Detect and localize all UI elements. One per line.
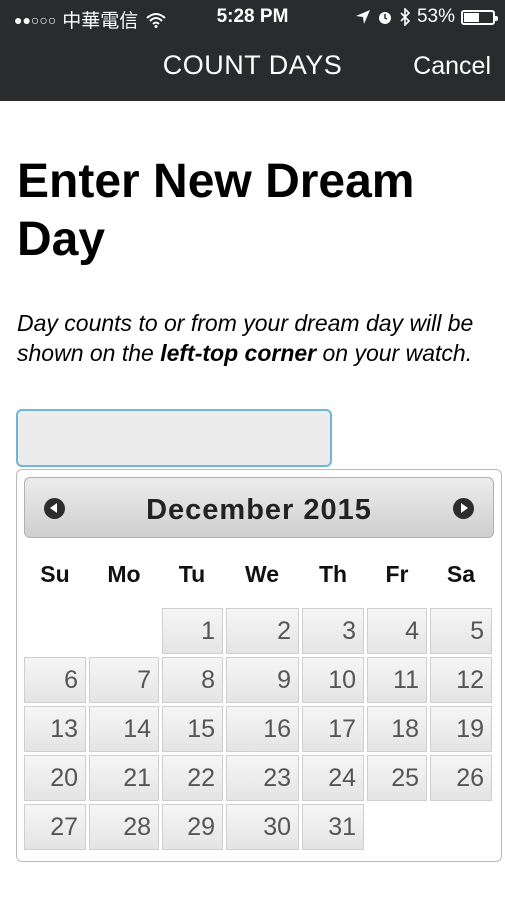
bluetooth-icon (400, 8, 411, 26)
day-cell[interactable]: 21 (89, 755, 159, 801)
day-cell[interactable]: 5 (430, 608, 492, 654)
battery-icon (461, 9, 498, 25)
day-cell[interactable]: 10 (302, 657, 364, 703)
day-cell[interactable]: 24 (302, 755, 364, 801)
battery-nub (495, 15, 498, 21)
weekday-header: Su (40, 561, 70, 587)
day-cell[interactable]: 30 (226, 804, 299, 850)
status-right: 53% (355, 6, 498, 28)
battery-percent: 53% (416, 6, 455, 27)
day-cell[interactable]: 26 (430, 755, 492, 801)
day-cell[interactable]: 29 (162, 804, 223, 850)
nav-title: COUNT DAYS (162, 50, 343, 80)
month-label: December 2015 (146, 494, 372, 526)
day-cell[interactable]: 12 (430, 657, 492, 703)
weekday-header: Th (318, 561, 348, 587)
day-cell[interactable]: 8 (162, 657, 223, 703)
day-cell[interactable]: 25 (367, 755, 427, 801)
calendar-header: December 2015 (24, 477, 494, 538)
day-cell[interactable]: 23 (226, 755, 299, 801)
day-cell[interactable]: 9 (226, 657, 299, 703)
weekday-header: Tu (178, 561, 206, 587)
day-cell[interactable]: 16 (226, 706, 299, 752)
date-picker: December 2015 Su Mo Tu We Th Fr Sa 1 2 3 4 5 6 7 8 9 10 1… (16, 469, 502, 862)
day-cell[interactable]: 18 (367, 706, 427, 752)
day-cell[interactable]: 6 (24, 657, 86, 703)
day-cell[interactable]: 3 (302, 608, 364, 654)
top-bar: ●●○○○ 中華電信 5:28 PM 53% COUNT DAYS Cancel (0, 0, 505, 101)
day-cell[interactable]: 31 (302, 804, 364, 850)
weekday-header: We (244, 561, 280, 587)
alarm-icon (378, 12, 391, 24)
day-cell[interactable]: 7 (89, 657, 159, 703)
day-cell[interactable]: 15 (162, 706, 223, 752)
description-suffix: on your watch. (316, 340, 473, 366)
status-bar: ●●○○○ 中華電信 5:28 PM 53% (0, 0, 505, 34)
day-cell[interactable]: 2 (226, 608, 299, 654)
day-cell[interactable]: 19 (430, 706, 492, 752)
weekday-header: Sa (446, 561, 476, 587)
page-description: Day counts to or from your dream day wil… (17, 308, 497, 368)
weekday-header: Mo (107, 561, 141, 587)
day-cell[interactable]: 13 (24, 706, 86, 752)
day-cell[interactable]: 20 (24, 755, 86, 801)
day-cell[interactable]: 14 (89, 706, 159, 752)
day-cell[interactable]: 22 (162, 755, 223, 801)
day-cell[interactable]: 27 (24, 804, 86, 850)
day-cell[interactable]: 1 (162, 608, 223, 654)
circle-right-arrow-icon[interactable] (453, 498, 474, 519)
day-cell[interactable]: 4 (367, 608, 427, 654)
weekday-header: Fr (385, 561, 409, 587)
dream-day-input[interactable] (16, 409, 332, 467)
battery-fill (464, 12, 479, 22)
description-bold: left-top corner (160, 340, 317, 366)
day-cell[interactable]: 11 (367, 657, 427, 703)
location-arrow-icon (355, 10, 370, 24)
cancel-button[interactable]: Cancel (413, 52, 491, 81)
day-cell[interactable]: 17 (302, 706, 364, 752)
page-title: Enter New Dream Day (17, 155, 415, 266)
day-cell[interactable]: 28 (89, 804, 159, 850)
